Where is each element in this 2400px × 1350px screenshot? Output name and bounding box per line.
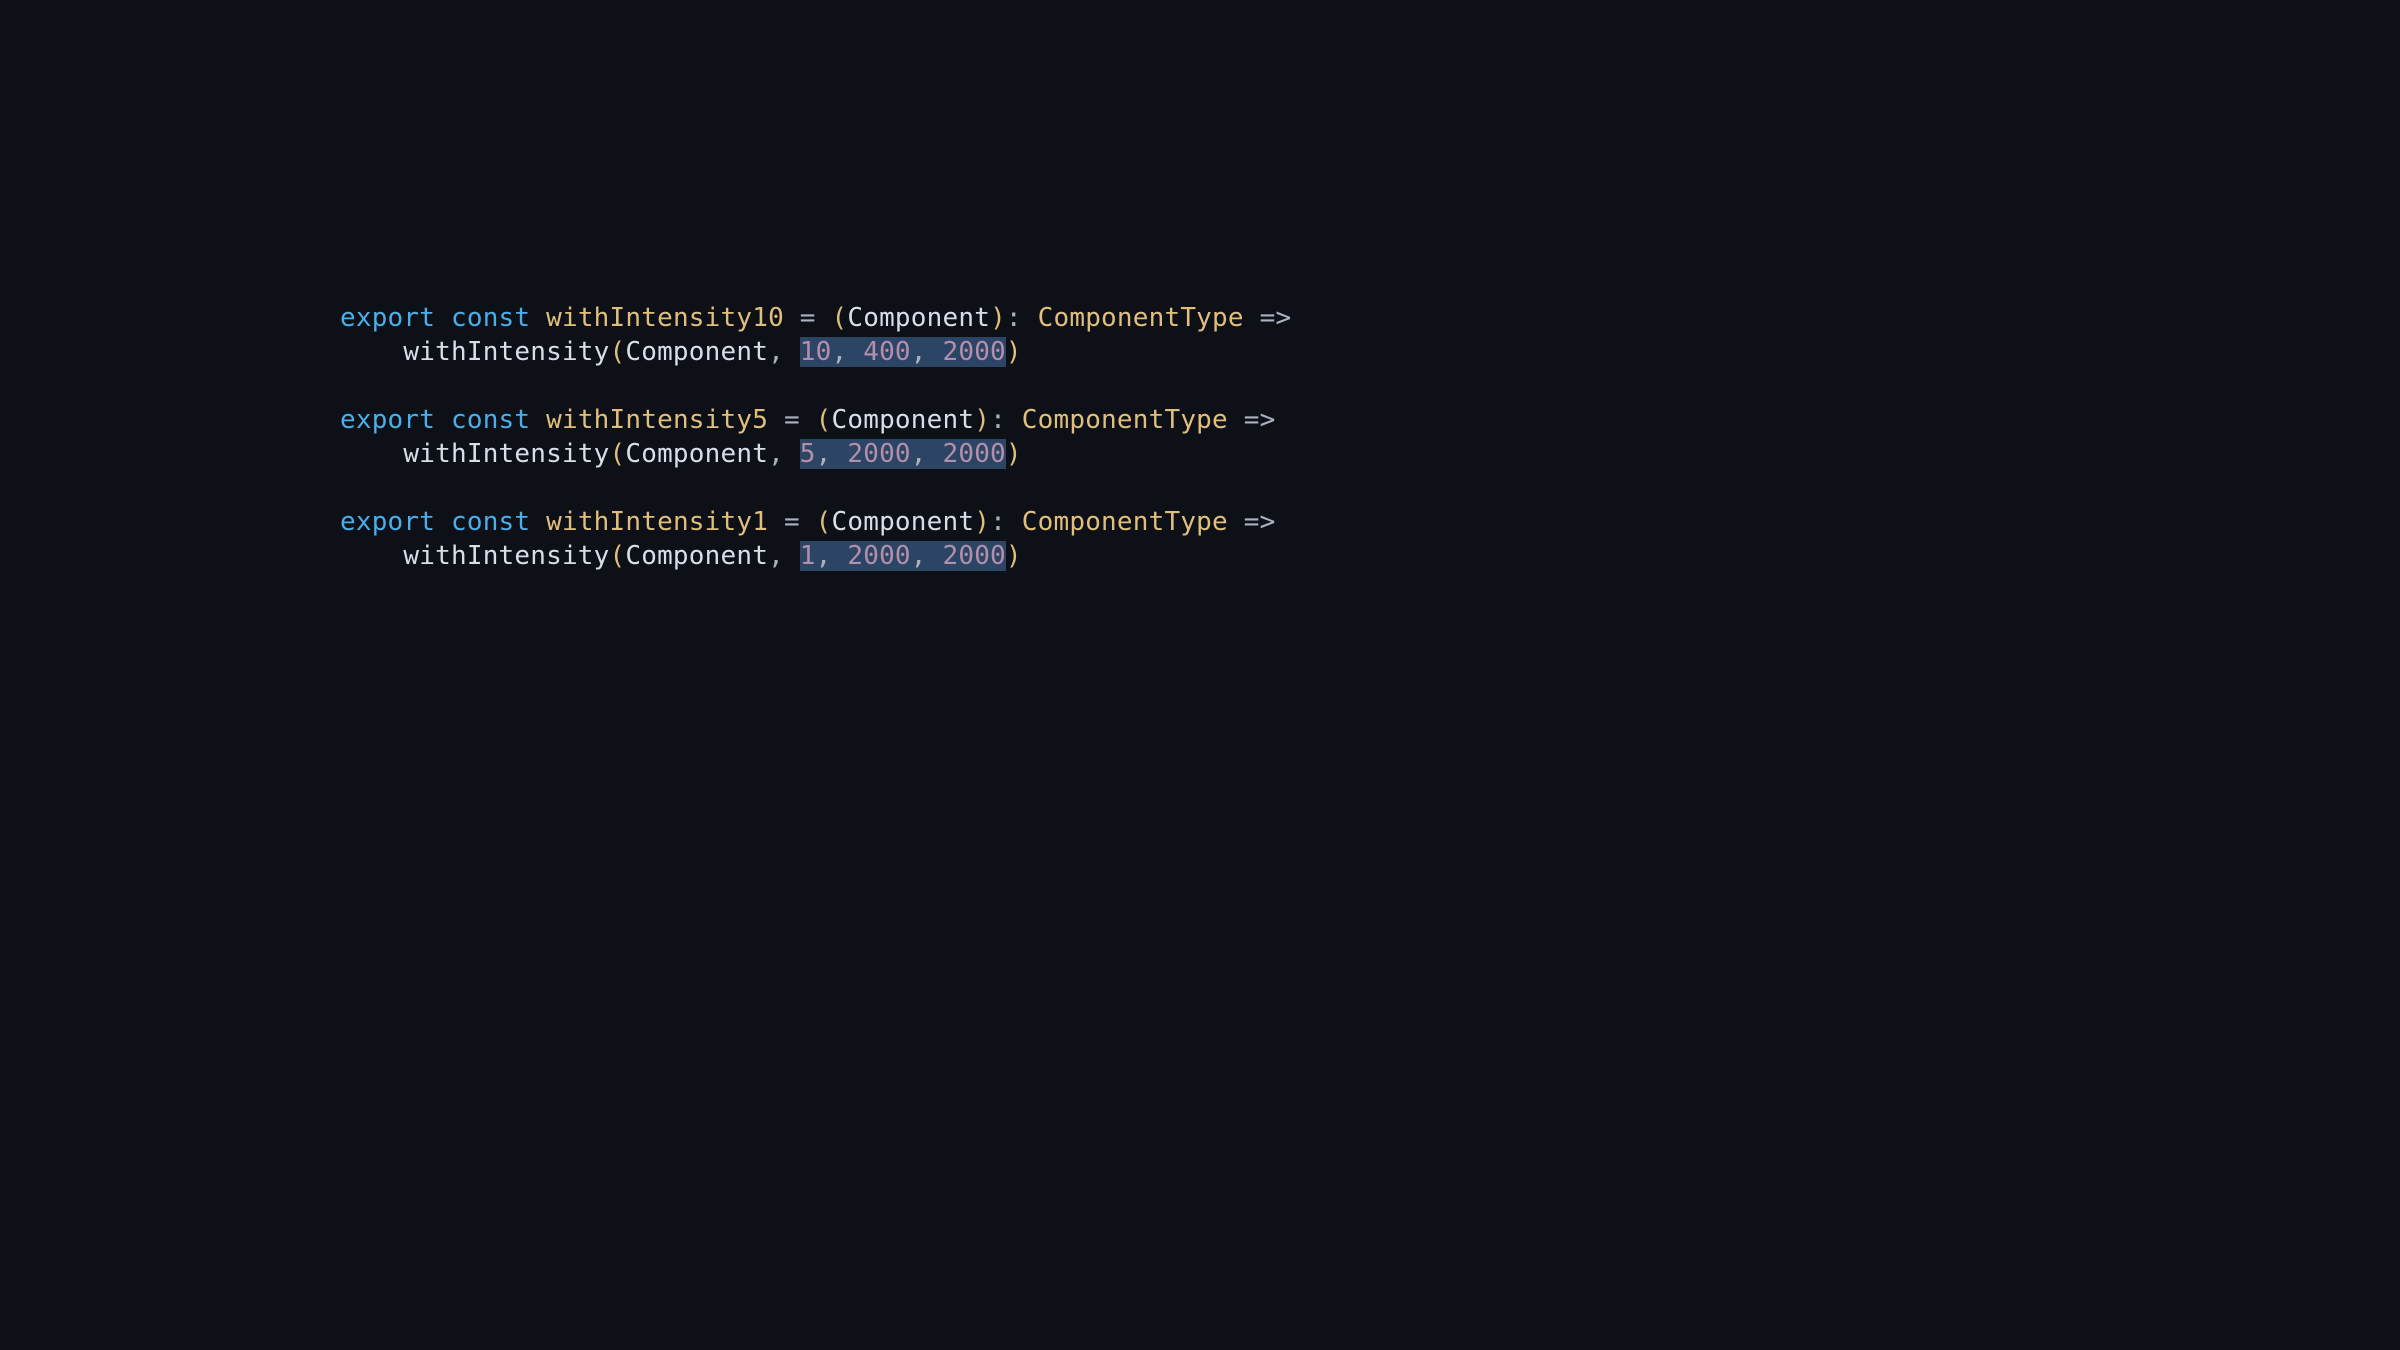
comma: ,: [832, 337, 848, 367]
op-colon: :: [990, 405, 1006, 435]
type-componenttype: ComponentType: [1022, 405, 1228, 435]
num: 5: [800, 439, 816, 469]
rparen: ): [1006, 439, 1022, 469]
op-colon: :: [1006, 303, 1022, 333]
rparen: ): [1006, 337, 1022, 367]
type-componenttype: ComponentType: [1022, 507, 1228, 537]
selection-highlight: 1, 2000, 2000: [800, 541, 1006, 571]
fn-name-1: withIntensity1: [546, 507, 768, 537]
num: 2000: [943, 337, 1006, 367]
rparen: ): [990, 303, 1006, 333]
op-eq: =: [784, 507, 800, 537]
fn-name-10: withIntensity10: [546, 303, 784, 333]
keyword-const: const: [451, 507, 530, 537]
ident-component: Component: [847, 303, 990, 333]
rparen: ): [974, 405, 990, 435]
lparen: (: [610, 439, 626, 469]
comma: ,: [816, 439, 832, 469]
fn-call: withIntensity: [403, 541, 609, 571]
ident-component: Component: [832, 507, 975, 537]
selection-highlight: 10, 400, 2000: [800, 337, 1006, 367]
rparen: ): [1006, 541, 1022, 571]
comma: ,: [816, 541, 832, 571]
keyword-export: export: [340, 405, 435, 435]
ident-component: Component: [625, 541, 768, 571]
num: 2000: [943, 439, 1006, 469]
comma: ,: [768, 337, 784, 367]
comma: ,: [911, 439, 927, 469]
fn-call: withIntensity: [403, 337, 609, 367]
op-colon: :: [990, 507, 1006, 537]
ident-component: Component: [625, 439, 768, 469]
comma: ,: [768, 541, 784, 571]
lparen: (: [610, 337, 626, 367]
ident-component: Component: [832, 405, 975, 435]
num: 2000: [943, 541, 1006, 571]
op-eq: =: [800, 303, 816, 333]
rparen: ): [974, 507, 990, 537]
lparen: (: [816, 507, 832, 537]
lparen: (: [816, 405, 832, 435]
ident-component: Component: [625, 337, 768, 367]
keyword-export: export: [340, 507, 435, 537]
fn-name-5: withIntensity5: [546, 405, 768, 435]
num: 400: [863, 337, 911, 367]
num: 2000: [847, 439, 910, 469]
keyword-const: const: [451, 405, 530, 435]
keyword-const: const: [451, 303, 530, 333]
num: 2000: [847, 541, 910, 571]
num: 1: [800, 541, 816, 571]
comma: ,: [911, 541, 927, 571]
type-componenttype: ComponentType: [1038, 303, 1244, 333]
op-arrow: =>: [1244, 507, 1276, 537]
comma: ,: [768, 439, 784, 469]
comma: ,: [911, 337, 927, 367]
lparen: (: [832, 303, 848, 333]
keyword-export: export: [340, 303, 435, 333]
op-arrow: =>: [1260, 303, 1292, 333]
op-eq: =: [784, 405, 800, 435]
code-block[interactable]: export const withIntensity10 = (Componen…: [340, 301, 1291, 573]
op-arrow: =>: [1244, 405, 1276, 435]
num: 10: [800, 337, 832, 367]
selection-highlight: 5, 2000, 2000: [800, 439, 1006, 469]
fn-call: withIntensity: [403, 439, 609, 469]
lparen: (: [610, 541, 626, 571]
